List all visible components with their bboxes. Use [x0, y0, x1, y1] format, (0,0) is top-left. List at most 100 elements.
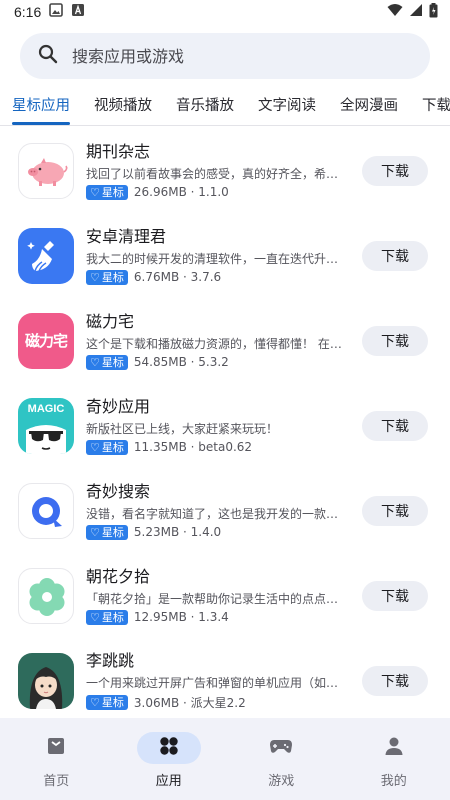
tab-download-tools[interactable]: 下载工	[422, 90, 450, 125]
app-description: 这个是下载和播放磁力资源的，懂得都懂！ 在国...	[86, 336, 348, 351]
download-button[interactable]: 下载	[362, 665, 428, 696]
list-item[interactable]: 安卓清理君 我大二的时候开发的清理软件，一直在迭代升级... ♡ 星标 6.76M…	[0, 213, 450, 298]
app-info: 奇妙应用 新版社区已上线，大家赶紧来玩玩！ ♡ 星标 11.35MB · beta…	[86, 397, 352, 455]
list-item[interactable]: 磁力宅 磁力宅 这个是下载和播放磁力资源的，懂得都懂！ 在国... ♡ 星标 54…	[0, 298, 450, 383]
star-badge-label: 星标	[101, 185, 124, 199]
apps-icon	[158, 735, 180, 761]
app-name: 奇妙应用	[86, 396, 151, 416]
download-button[interactable]: 下载	[362, 325, 428, 356]
download-button[interactable]: 下载	[362, 495, 428, 526]
star-badge: ♡ 星标	[86, 439, 128, 455]
tab-text-reading[interactable]: 文字阅读	[258, 90, 316, 125]
magnet-logo-text: 磁力宅	[24, 332, 68, 350]
category-tabs: 星标应用 视频播放 音乐播放 文字阅读 全网漫画 下载工	[0, 90, 450, 126]
download-button[interactable]: 下载	[362, 580, 428, 611]
list-item[interactable]: MAGIC 奇妙应用 新版社区已上线，大家赶紧来玩玩！ ♡ 星标 11.35MB …	[0, 383, 450, 468]
bottom-navigation: 首页 应用 游戏 我的	[0, 718, 450, 800]
app-name: 朝花夕拾	[86, 566, 151, 586]
app-description: 一个用来跳过开屏广告和弹窗的单机应用（如果...	[86, 675, 348, 690]
girl-avatar-icon	[18, 652, 74, 709]
app-info: 磁力宅 这个是下载和播放磁力资源的，懂得都懂！ 在国... ♡ 星标 54.85M…	[86, 312, 352, 370]
nav-label-games: 游戏	[268, 774, 295, 789]
star-badge-label: 星标	[101, 270, 124, 284]
nav-item-apps[interactable]: 应用	[129, 732, 209, 789]
magic-sunglasses-icon: MAGIC	[18, 397, 74, 454]
status-time: 6:16	[14, 4, 42, 20]
tab-video-playback[interactable]: 视频播放	[94, 90, 152, 125]
person-icon	[384, 736, 404, 760]
app-size-version: 6.76MB · 3.7.6	[133, 270, 222, 284]
download-button[interactable]: 下载	[362, 410, 428, 441]
app-info: 奇妙搜索 没错，看名字就知道了，这也是我开发的一款神... ♡ 星标 5.23MB…	[86, 482, 352, 540]
list-item[interactable]: 奇妙搜索 没错，看名字就知道了，这也是我开发的一款神... ♡ 星标 5.23MB…	[0, 468, 450, 553]
app-description: 没错，看名字就知道了，这也是我开发的一款神...	[86, 506, 348, 521]
nav-item-mine[interactable]: 我的	[354, 732, 434, 789]
app-info: 李跳跳 一个用来跳过开屏广告和弹窗的单机应用（如果... ♡ 星标 3.06MB …	[86, 651, 352, 711]
star-badge: ♡ 星标	[86, 609, 128, 625]
app-description: 「朝花夕拾」是一款帮助你记录生活中的点点滴...	[86, 591, 348, 606]
search-input[interactable]	[72, 46, 412, 66]
search-icon	[38, 44, 58, 68]
heart-icon: ♡	[90, 695, 100, 709]
app-description: 我大二的时候开发的清理软件，一直在迭代升级...	[86, 251, 348, 266]
app-name: 安卓清理君	[86, 226, 167, 246]
star-badge: ♡ 星标	[86, 184, 128, 200]
wifi-icon	[387, 3, 403, 21]
tab-music-playback[interactable]: 音乐播放	[176, 90, 234, 125]
heart-icon: ♡	[90, 355, 100, 369]
heart-icon: ♡	[90, 525, 100, 539]
nav-label-home: 首页	[43, 774, 70, 789]
star-badge-label: 星标	[101, 355, 124, 369]
tab-comics[interactable]: 全网漫画	[340, 90, 398, 125]
nav-item-games[interactable]: 游戏	[241, 732, 321, 789]
image-notification-icon	[49, 3, 64, 21]
app-description: 新版社区已上线，大家赶紧来玩玩！	[86, 421, 279, 436]
star-badge: ♡ 星标	[86, 694, 128, 710]
app-size-version: 11.35MB · beta0.62	[133, 440, 253, 454]
app-size-version: 26.96MB · 1.1.0	[133, 185, 229, 199]
app-size-version: 3.06MB · 派大星2.2	[133, 695, 246, 710]
text-notification-icon	[71, 3, 85, 21]
heart-icon: ♡	[90, 610, 100, 624]
app-name: 磁力宅	[86, 311, 135, 331]
signal-icon	[409, 3, 423, 21]
home-icon	[46, 736, 66, 760]
tab-starred-apps[interactable]: 星标应用	[12, 90, 70, 125]
nav-item-home[interactable]: 首页	[16, 732, 96, 789]
app-name: 李跳跳	[86, 650, 135, 670]
gamepad-icon	[269, 736, 293, 760]
nav-label-mine: 我的	[380, 774, 407, 789]
app-size-version: 12.95MB · 1.3.4	[133, 610, 229, 624]
star-badge: ♡ 星标	[86, 524, 128, 540]
nav-label-apps: 应用	[155, 774, 182, 789]
download-button[interactable]: 下载	[362, 240, 428, 271]
download-button[interactable]: 下载	[362, 155, 428, 186]
star-badge: ♡ 星标	[86, 354, 128, 370]
app-size-version: 54.85MB · 5.3.2	[133, 355, 229, 369]
app-description: 找回了以前看故事会的感受，真的好齐全，希望...	[86, 166, 348, 181]
search-bar[interactable]	[20, 33, 430, 79]
status-bar: 6:16	[0, 0, 450, 24]
list-item[interactable]: 李跳跳 一个用来跳过开屏广告和弹窗的单机应用（如果... ♡ 星标 3.06MB …	[0, 638, 450, 723]
star-badge-label: 星标	[101, 525, 124, 539]
list-item[interactable]: 朝花夕拾 「朝花夕拾」是一款帮助你记录生活中的点点滴... ♡ 星标 12.95M…	[0, 553, 450, 638]
heart-icon: ♡	[90, 440, 100, 454]
star-badge-label: 星标	[101, 440, 124, 454]
star-badge-label: 星标	[101, 610, 124, 624]
battery-icon	[429, 2, 438, 22]
app-size-version: 5.23MB · 1.4.0	[133, 525, 222, 539]
app-list: 期刊杂志 找回了以前看故事会的感受，真的好齐全，希望... ♡ 星标 26.96M…	[0, 128, 450, 723]
search-q-icon	[18, 482, 74, 539]
app-info: 朝花夕拾 「朝花夕拾」是一款帮助你记录生活中的点点滴... ♡ 星标 12.95M…	[86, 567, 352, 625]
pig-icon	[18, 142, 74, 199]
app-info: 安卓清理君 我大二的时候开发的清理软件，一直在迭代升级... ♡ 星标 6.76M…	[86, 227, 352, 285]
star-badge-label: 星标	[101, 695, 124, 709]
app-name: 奇妙搜索	[86, 481, 151, 501]
heart-icon: ♡	[90, 185, 100, 199]
app-name: 期刊杂志	[86, 141, 151, 161]
star-badge: ♡ 星标	[86, 269, 128, 285]
list-item[interactable]: 期刊杂志 找回了以前看故事会的感受，真的好齐全，希望... ♡ 星标 26.96M…	[0, 128, 450, 213]
flower-icon	[18, 567, 74, 624]
magnet-logo-icon: 磁力宅	[18, 312, 74, 369]
heart-icon: ♡	[90, 270, 100, 284]
